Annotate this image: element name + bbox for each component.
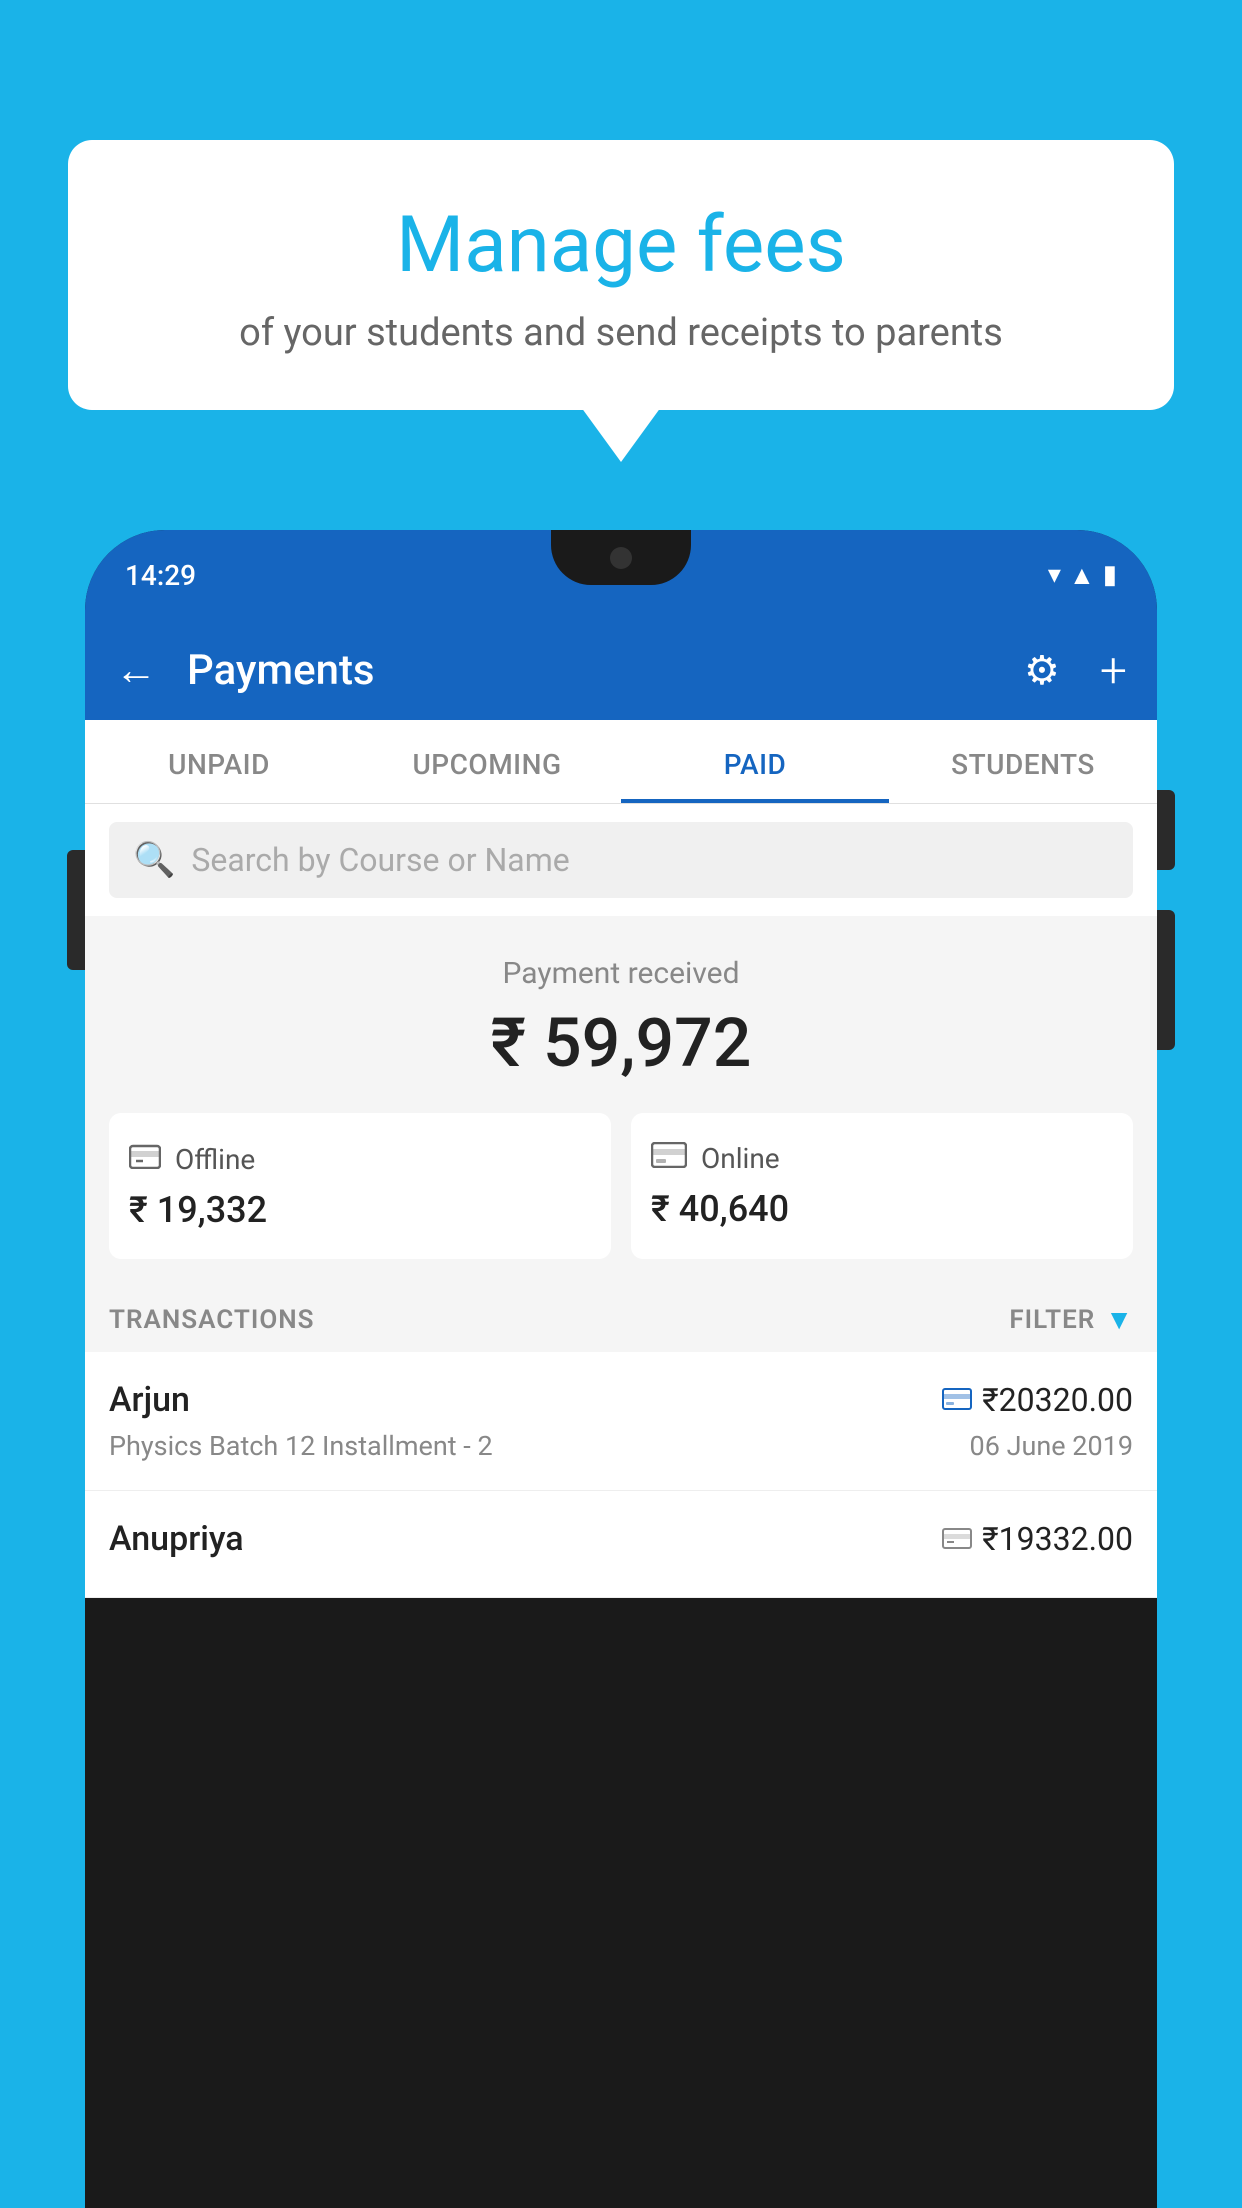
- credit-card-icon: [942, 1383, 972, 1418]
- tabs-container: UNPAID UPCOMING PAID STUDENTS: [85, 720, 1157, 804]
- settings-icon[interactable]: ⚙: [1024, 647, 1060, 694]
- search-icon: 🔍: [133, 840, 175, 880]
- filter-label: FILTER: [1009, 1305, 1095, 1335]
- transaction-name: Arjun: [109, 1380, 190, 1420]
- bubble-subtitle: of your students and send receipts to pa…: [108, 311, 1134, 355]
- battery-icon: ▮: [1103, 560, 1117, 590]
- power-button: [1157, 790, 1175, 870]
- bubble-title: Manage fees: [108, 200, 1134, 291]
- online-payment-card: Online ₹ 40,640: [631, 1113, 1133, 1259]
- payment-received-label: Payment received: [115, 956, 1127, 991]
- search-bar[interactable]: 🔍 Search by Course or Name: [109, 822, 1133, 898]
- transaction-amount: ₹20320.00: [982, 1381, 1133, 1419]
- transaction-list: Arjun ₹20320.00: [85, 1352, 1157, 1598]
- phone-container: 14:29 ▾ ▲ ▮ ← Payments ⚙ + U: [85, 530, 1157, 2208]
- transactions-header: TRANSACTIONS FILTER ▼: [85, 1283, 1157, 1352]
- search-container: 🔍 Search by Course or Name: [85, 804, 1157, 916]
- page-title: Payments: [187, 646, 1004, 695]
- transaction-date: 06 June 2019: [970, 1430, 1133, 1462]
- speech-bubble-container: Manage fees of your students and send re…: [68, 140, 1174, 410]
- search-input[interactable]: Search by Course or Name: [191, 841, 569, 879]
- transaction-amount-container: ₹19332.00: [942, 1520, 1133, 1558]
- tab-unpaid[interactable]: UNPAID: [85, 720, 353, 803]
- tab-paid[interactable]: PAID: [621, 720, 889, 803]
- status-icons: ▾ ▲ ▮: [1048, 560, 1117, 591]
- volume-right-button: [1157, 910, 1175, 1050]
- app-header: ← Payments ⚙ +: [85, 620, 1157, 720]
- transaction-amount: ₹19332.00: [982, 1520, 1133, 1558]
- volume-button: [67, 850, 85, 970]
- offline-amount: ₹ 19,332: [129, 1189, 591, 1231]
- filter-container[interactable]: FILTER ▼: [1009, 1303, 1133, 1336]
- add-button[interactable]: +: [1100, 642, 1127, 699]
- transactions-label: TRANSACTIONS: [109, 1305, 315, 1335]
- signal-icon: ▲: [1069, 560, 1095, 591]
- table-row[interactable]: Anupriya ₹19332.00: [85, 1491, 1157, 1598]
- online-icon: [651, 1141, 687, 1176]
- payment-cards: Offline ₹ 19,332: [85, 1113, 1157, 1283]
- back-button[interactable]: ←: [115, 646, 157, 695]
- transaction-name: Anupriya: [109, 1519, 244, 1559]
- status-time: 14:29: [125, 559, 196, 592]
- tab-students[interactable]: STUDENTS: [889, 720, 1157, 803]
- payment-total-amount: ₹ 59,972: [115, 1003, 1127, 1083]
- table-row[interactable]: Arjun ₹20320.00: [85, 1352, 1157, 1491]
- online-amount: ₹ 40,640: [651, 1188, 1113, 1230]
- status-bar: 14:29 ▾ ▲ ▮: [85, 530, 1157, 620]
- transaction-course: Physics Batch 12 Installment - 2: [109, 1430, 493, 1462]
- offline-label: Offline: [175, 1143, 255, 1176]
- camera: [610, 547, 632, 569]
- offline-icon: [129, 1141, 161, 1177]
- offline-payment-card: Offline ₹ 19,332: [109, 1113, 611, 1259]
- filter-icon: ▼: [1105, 1303, 1133, 1336]
- phone-notch: [551, 530, 691, 585]
- transaction-amount-container: ₹20320.00: [942, 1381, 1133, 1419]
- wifi-icon: ▾: [1048, 560, 1061, 590]
- speech-bubble: Manage fees of your students and send re…: [68, 140, 1174, 410]
- tab-upcoming[interactable]: UPCOMING: [353, 720, 621, 803]
- payment-received-section: Payment received ₹ 59,972: [85, 916, 1157, 1113]
- online-label: Online: [701, 1142, 780, 1175]
- offline-card-icon: [942, 1522, 972, 1557]
- phone-mockup: 14:29 ▾ ▲ ▮ ← Payments ⚙ + U: [85, 530, 1157, 2208]
